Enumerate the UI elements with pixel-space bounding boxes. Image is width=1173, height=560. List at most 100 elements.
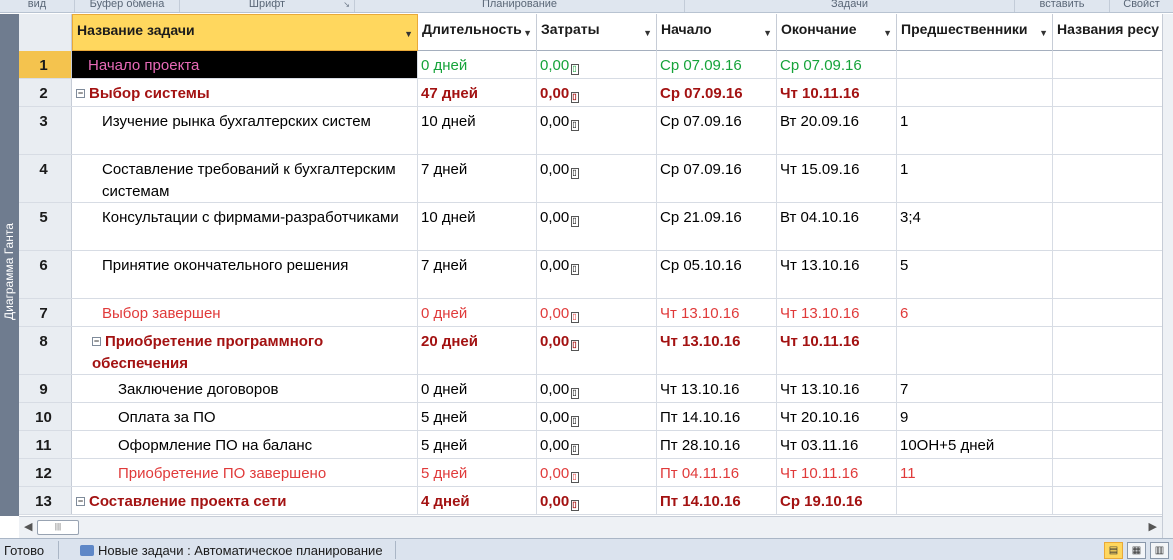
table-row[interactable]: 12 Приобретение ПО завершено 5 дней 0,00 ▯ Пт… — [19, 459, 1162, 487]
duration-cell[interactable]: 0 дней — [418, 299, 537, 326]
duration-cell[interactable]: 10 дней — [418, 203, 537, 250]
cost-cell[interactable]: 0,00 ▯ — [537, 299, 657, 326]
cost-cell[interactable]: 0,00 ▯ — [537, 459, 657, 486]
task-usage-view-icon[interactable]: ▦ — [1127, 542, 1146, 559]
column-header-finish[interactable]: Окончание ▼ — [777, 14, 897, 51]
task-name-cell[interactable]: Начало проекта — [72, 51, 418, 78]
column-header-start[interactable]: Начало ▼ — [657, 14, 777, 51]
duration-cell[interactable]: 0 дней — [418, 375, 537, 402]
cost-cell[interactable]: 0,00 ▯ — [537, 403, 657, 430]
pred-cell[interactable]: 11 — [897, 459, 1053, 486]
duration-cell[interactable]: 7 дней — [418, 251, 537, 298]
finish-cell[interactable]: Чт 20.10.16 — [777, 403, 897, 430]
task-name-cell[interactable]: − Приобретение программного обеспечения — [72, 327, 418, 374]
res-cell[interactable] — [1053, 403, 1162, 430]
duration-cell[interactable]: 0 дней — [418, 51, 537, 78]
start-cell[interactable]: Чт 13.10.16 — [657, 327, 777, 374]
duration-cell[interactable]: 4 дней — [418, 487, 537, 514]
row-number[interactable]: 7 — [19, 299, 72, 326]
row-number[interactable]: 3 — [19, 107, 72, 154]
table-row[interactable]: 1 Начало проекта 0 дней 0,00 ▯ Ср 07.09.16 Ср … — [19, 51, 1162, 79]
finish-cell[interactable]: Чт 03.11.16 — [777, 431, 897, 458]
res-cell[interactable] — [1053, 431, 1162, 458]
res-cell[interactable] — [1053, 459, 1162, 486]
column-header-predecessors[interactable]: Предшественники ▼ — [897, 14, 1053, 51]
cost-cell[interactable]: 0,00 ▯ — [537, 487, 657, 514]
task-name-cell[interactable]: Принятие окончательного решения — [72, 251, 418, 298]
task-name-cell[interactable]: − Выбор системы — [72, 79, 418, 106]
dialog-launcher-icon[interactable]: ↘ — [343, 0, 350, 9]
pred-cell[interactable]: 9 — [897, 403, 1053, 430]
gantt-view-icon[interactable]: ▤ — [1104, 542, 1123, 559]
task-name-cell[interactable]: Выбор завершен — [72, 299, 418, 326]
task-name-cell[interactable]: Составление требований к бухгалтерским с… — [72, 155, 418, 202]
cost-cell[interactable]: 0,00 ▯ — [537, 203, 657, 250]
row-number[interactable]: 4 — [19, 155, 72, 202]
finish-cell[interactable]: Чт 15.09.16 — [777, 155, 897, 202]
start-cell[interactable]: Ср 07.09.16 — [657, 155, 777, 202]
duration-cell[interactable]: 5 дней — [418, 431, 537, 458]
res-cell[interactable] — [1053, 51, 1162, 78]
start-cell[interactable]: Ср 07.09.16 — [657, 51, 777, 78]
finish-cell[interactable]: Ср 19.10.16 — [777, 487, 897, 514]
finish-cell[interactable]: Чт 13.10.16 — [777, 251, 897, 298]
start-cell[interactable]: Пт 04.11.16 — [657, 459, 777, 486]
start-cell[interactable]: Чт 13.10.16 — [657, 299, 777, 326]
view-side-tab[interactable]: Диаграмма Ганта — [0, 14, 19, 516]
table-row[interactable]: 6 Принятие окончательного решения 7 дней 0,… — [19, 251, 1162, 299]
task-name-cell[interactable]: Консультации с фирмами-разработчиками — [72, 203, 418, 250]
row-number[interactable]: 13 — [19, 487, 72, 514]
start-cell[interactable]: Чт 13.10.16 — [657, 375, 777, 402]
finish-cell[interactable]: Чт 10.11.16 — [777, 327, 897, 374]
pred-cell[interactable]: 3;4 — [897, 203, 1053, 250]
pred-cell[interactable]: 1 — [897, 155, 1053, 202]
cost-cell[interactable]: 0,00 ▯ — [537, 431, 657, 458]
horizontal-scrollbar[interactable]: ◀ ||| ▶ — [19, 516, 1162, 538]
filter-dropdown-icon[interactable]: ▼ — [763, 28, 772, 38]
row-number[interactable]: 6 — [19, 251, 72, 298]
finish-cell[interactable]: Вт 20.09.16 — [777, 107, 897, 154]
table-row[interactable]: 10 Оплата за ПО 5 дней 0,00 ▯ Пт 14.10.16 Чт 2… — [19, 403, 1162, 431]
res-cell[interactable] — [1053, 327, 1162, 374]
start-cell[interactable]: Ср 21.09.16 — [657, 203, 777, 250]
res-cell[interactable] — [1053, 251, 1162, 298]
column-header-resources[interactable]: Названия ресу — [1053, 14, 1162, 51]
column-header-task-name[interactable]: Название задачи ▼ — [72, 14, 418, 51]
scroll-left-arrow-icon[interactable]: ◀ — [24, 520, 32, 533]
table-row[interactable]: 2− Выбор системы 47 дней 0,00 ▯ Ср 07.09.16 Чт… — [19, 79, 1162, 107]
start-cell[interactable]: Пт 14.10.16 — [657, 403, 777, 430]
pred-cell[interactable] — [897, 487, 1053, 514]
duration-cell[interactable]: 10 дней — [418, 107, 537, 154]
cost-cell[interactable]: 0,00 ▯ — [537, 107, 657, 154]
row-number[interactable]: 12 — [19, 459, 72, 486]
cost-cell[interactable]: 0,00 ▯ — [537, 79, 657, 106]
task-name-cell[interactable]: Заключение договоров — [72, 375, 418, 402]
pred-cell[interactable]: 1 — [897, 107, 1053, 154]
row-number[interactable]: 1 — [19, 51, 72, 78]
table-row[interactable]: 9 Заключение договоров 0 дней 0,00 ▯ Чт 13.10… — [19, 375, 1162, 403]
vertical-scrollbar[interactable] — [1162, 14, 1173, 538]
pred-cell[interactable]: 10ОН+5 дней — [897, 431, 1053, 458]
filter-dropdown-icon[interactable]: ▼ — [1039, 28, 1048, 38]
pred-cell[interactable]: 5 — [897, 251, 1053, 298]
finish-cell[interactable]: Чт 10.11.16 — [777, 79, 897, 106]
res-cell[interactable] — [1053, 375, 1162, 402]
finish-cell[interactable]: Чт 13.10.16 — [777, 375, 897, 402]
select-all-corner[interactable] — [19, 14, 72, 51]
row-number[interactable]: 9 — [19, 375, 72, 402]
row-number[interactable]: 5 — [19, 203, 72, 250]
res-cell[interactable] — [1053, 107, 1162, 154]
duration-cell[interactable]: 7 дней — [418, 155, 537, 202]
table-row[interactable]: 5 Консультации с фирмами-разработчиками 10… — [19, 203, 1162, 251]
collapse-toggle-icon[interactable]: − — [76, 497, 85, 506]
start-cell[interactable]: Ср 05.10.16 — [657, 251, 777, 298]
row-number[interactable]: 10 — [19, 403, 72, 430]
pred-cell[interactable] — [897, 51, 1053, 78]
start-cell[interactable]: Пт 28.10.16 — [657, 431, 777, 458]
task-name-cell[interactable]: Изучение рынка бухгалтерских систем — [72, 107, 418, 154]
res-cell[interactable] — [1053, 299, 1162, 326]
table-row[interactable]: 4 Составление требований к бухгалтерским … — [19, 155, 1162, 203]
task-name-cell[interactable]: Оплата за ПО — [72, 403, 418, 430]
team-planner-view-icon[interactable]: ▥ — [1150, 542, 1169, 559]
collapse-toggle-icon[interactable]: − — [92, 337, 101, 346]
